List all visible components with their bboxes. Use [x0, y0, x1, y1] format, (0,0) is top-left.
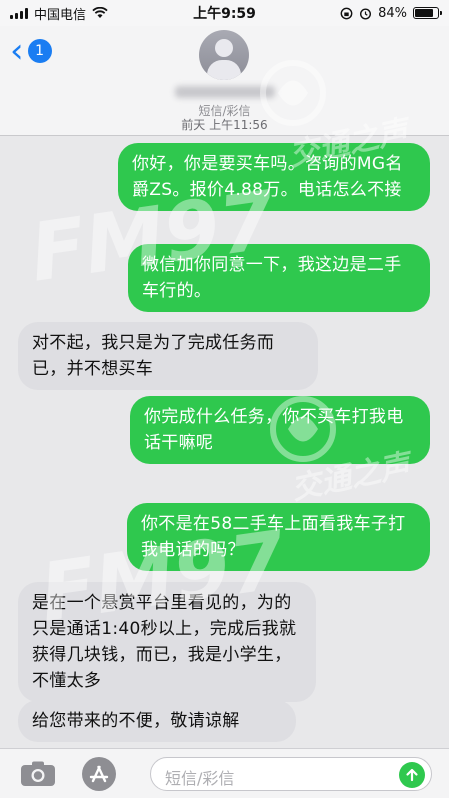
carrier-name: 中国电信 — [34, 7, 87, 23]
battery-icon — [413, 7, 442, 19]
clock: 上午9:59 — [193, 6, 256, 22]
message-bubble-outgoing[interactable]: 你完成什么任务，你不买车打我电话干嘛呢 — [130, 396, 430, 464]
message-bubble-incoming[interactable]: 对不起，我只是为了完成任务而已，并不想买车 — [18, 322, 318, 390]
send-button[interactable] — [399, 762, 425, 788]
contact-avatar[interactable] — [199, 30, 249, 80]
arrow-up-icon — [406, 768, 418, 782]
contact-name-redacted — [175, 86, 275, 98]
message-bubble-incoming[interactable]: 是在一个悬赏平台里看见的，为的只是通话1:40秒以上，完成后我就获得几块钱，而已… — [18, 582, 316, 702]
thread-timestamp: 前天 上午11:56 — [181, 118, 268, 132]
message-input[interactable]: 短信/彩信 — [150, 757, 432, 791]
message-bubble-outgoing[interactable]: 你不是在58二手车上面看我车子打我电话的吗？ — [127, 503, 430, 571]
signal-icon — [10, 7, 28, 19]
battery-percent: 84% — [378, 5, 407, 21]
status-bar: 中国电信 上午9:59 84% — [0, 0, 449, 26]
message-bubble-incoming[interactable]: 给您带来的不便，敬请谅解 — [18, 700, 296, 742]
back-button[interactable]: ‹ 1 — [10, 31, 52, 71]
unread-badge: 1 — [27, 39, 52, 63]
wifi-icon — [92, 7, 108, 18]
app-store-icon[interactable] — [82, 757, 116, 791]
chevron-left-icon: ‹ — [10, 31, 24, 71]
camera-icon[interactable] — [20, 761, 56, 787]
message-bubble-outgoing[interactable]: 微信加你同意一下，我这边是二手车行的。 — [128, 244, 430, 312]
alarm-icon — [360, 7, 372, 20]
message-input-placeholder: 短信/彩信 — [165, 769, 235, 788]
message-bubble-outgoing[interactable]: 你好，你是要买车吗。咨询的MG名爵ZS。报价4.88万。电话怎么不接 — [118, 143, 430, 211]
compose-bar: 短信/彩信 — [0, 748, 449, 798]
rotation-lock-icon — [340, 7, 353, 19]
